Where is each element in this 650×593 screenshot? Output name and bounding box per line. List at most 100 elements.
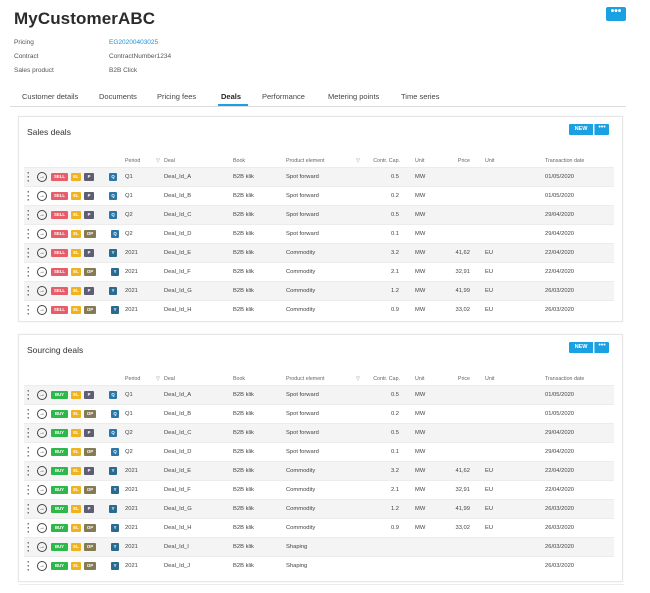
open-deal-icon[interactable]: → <box>37 286 47 296</box>
table-row[interactable]: · · · → SELL EL OP Y 2021 Deal_Id_H B2B klik Commod… <box>24 300 614 319</box>
row-menu-icon[interactable]: · · · <box>27 501 31 518</box>
row-menu-icon[interactable]: · · · <box>27 264 31 281</box>
column-header-transaction-date[interactable]: Transaction date <box>545 376 584 382</box>
sourcing-more-button[interactable]: ••• <box>594 342 609 353</box>
column-header-price[interactable]: Price <box>450 158 470 164</box>
open-deal-icon[interactable]: → <box>37 542 47 552</box>
column-header-transaction-date[interactable]: Transaction date <box>545 158 584 164</box>
profile-badge: OP <box>84 306 96 314</box>
row-menu-icon[interactable]: · · · <box>27 406 31 423</box>
row-menu-icon[interactable]: · · · <box>27 169 31 186</box>
column-header-unit[interactable]: Unit <box>415 158 424 164</box>
table-row[interactable]: · · · → BUY EL OP Q Q2 Deal_Id_D B2B klik Spot forw… <box>24 442 614 461</box>
open-deal-icon[interactable]: → <box>37 447 47 457</box>
open-deal-icon[interactable]: → <box>37 390 47 400</box>
table-row[interactable]: · · · → BUY EL P Y 2021 Deal_Id_E B2B klik Commodit… <box>24 461 614 480</box>
open-deal-icon[interactable]: → <box>37 504 47 514</box>
sourcing-new-button[interactable]: NEW <box>569 342 593 353</box>
row-menu-icon[interactable]: · · · <box>27 558 31 575</box>
row-menu-icon[interactable]: · · · <box>27 302 31 319</box>
deal-filter-icon[interactable]: ▽ <box>156 376 160 382</box>
tab-documents[interactable]: Documents <box>99 92 137 101</box>
column-header-unit2[interactable]: Unit <box>485 376 494 382</box>
table-row[interactable]: · · · → BUY EL OP Y 2021 Deal_Id_F B2B klik Commodi… <box>24 480 614 499</box>
table-row[interactable]: · · · → BUY EL OP Y 2021 Deal_Id_I B2B klik Shaping… <box>24 537 614 556</box>
table-row[interactable]: · · · → BUY EL P Y 2021 Deal_Id_G B2B klik Commodit… <box>24 499 614 518</box>
open-deal-icon[interactable]: → <box>37 305 47 315</box>
column-header-period[interactable]: Period <box>125 376 140 382</box>
table-row[interactable]: · · · → SELL EL OP Q Q2 Deal_Id_D B2B klik Spot for… <box>24 224 614 243</box>
deal-filter-icon[interactable]: ▽ <box>156 158 160 164</box>
cell-unit: MW <box>415 487 426 493</box>
table-row[interactable]: · · · → BUY EL OP Y 2021 Deal_Id_H B2B klik Commodi… <box>24 518 614 537</box>
open-deal-icon[interactable]: → <box>37 248 47 258</box>
column-header-product-element[interactable]: Product element <box>286 376 325 382</box>
row-menu-icon[interactable]: · · · <box>27 245 31 262</box>
open-deal-icon[interactable]: → <box>37 466 47 476</box>
tab-performance[interactable]: Performance <box>262 92 305 101</box>
row-menu-icon[interactable]: · · · <box>27 425 31 442</box>
column-header-period[interactable]: Period <box>125 158 140 164</box>
row-menu-icon[interactable]: · · · <box>27 539 31 556</box>
cap-filter-icon[interactable]: ▽ <box>356 158 360 164</box>
commodity-badge: EL <box>71 467 81 475</box>
table-row[interactable]: · · · → SELL EL P Q Q2 Deal_Id_C B2B klik Spot forw… <box>24 205 614 224</box>
row-menu-icon[interactable]: · · · <box>27 482 31 499</box>
table-row[interactable]: · · · → SELL EL P Y 2021 Deal_Id_G B2B klik Commodi… <box>24 281 614 300</box>
row-menu-icon[interactable]: · · · <box>27 520 31 537</box>
open-deal-icon[interactable]: → <box>37 561 47 571</box>
open-deal-icon[interactable]: → <box>37 428 47 438</box>
cell-book: B2B klik <box>233 250 254 256</box>
table-row[interactable]: · · · → BUY EL P Q Q1 Deal_Id_A B2B klik Spot forwa… <box>24 385 614 404</box>
column-header-contr-cap[interactable]: Contr. Cap. <box>364 376 400 382</box>
open-deal-icon[interactable]: → <box>37 172 47 182</box>
cap-filter-icon[interactable]: ▽ <box>356 376 360 382</box>
cell-period: Q2 <box>125 449 133 455</box>
tab-pricing-fees[interactable]: Pricing fees <box>157 92 196 101</box>
cell-date: 29/04/2020 <box>545 231 575 237</box>
open-deal-icon[interactable]: → <box>37 267 47 277</box>
row-menu-icon[interactable]: · · · <box>27 226 31 243</box>
table-row[interactable]: · · · → BUY EL OP Q Q1 Deal_Id_B B2B klik Spot forw… <box>24 404 614 423</box>
open-deal-icon[interactable]: → <box>37 191 47 201</box>
open-deal-icon[interactable]: → <box>37 485 47 495</box>
pricing-link[interactable]: EG20200403025 <box>109 39 158 46</box>
more-actions-button[interactable]: ••• <box>606 7 626 21</box>
row-menu-icon[interactable]: · · · <box>27 463 31 480</box>
sales-new-button[interactable]: NEW <box>569 124 593 135</box>
column-header-unit[interactable]: Unit <box>415 376 424 382</box>
column-header-unit2[interactable]: Unit <box>485 158 494 164</box>
sales-more-button[interactable]: ••• <box>594 124 609 135</box>
profile-badge: OP <box>84 486 96 494</box>
cell-date: 01/05/2020 <box>545 392 575 398</box>
table-row[interactable]: · · · → BUY EL P Q Q2 Deal_Id_C B2B klik Spot forwa… <box>24 423 614 442</box>
column-header-product-element[interactable]: Product element <box>286 158 325 164</box>
tab-customer-details[interactable]: Customer details <box>22 92 78 101</box>
row-menu-icon[interactable]: · · · <box>27 283 31 300</box>
table-row[interactable]: · · · → SELL EL P Q Q1 Deal_Id_B B2B klik Spot forw… <box>24 186 614 205</box>
row-menu-icon[interactable]: · · · <box>27 444 31 461</box>
tab-metering-points[interactable]: Metering points <box>328 92 379 101</box>
row-menu-icon[interactable]: · · · <box>27 387 31 404</box>
row-menu-icon[interactable]: · · · <box>27 207 31 224</box>
tab-time-series[interactable]: Time series <box>401 92 439 101</box>
tab-deals[interactable]: Deals <box>221 92 241 101</box>
column-header-book[interactable]: Book <box>233 158 245 164</box>
open-deal-icon[interactable]: → <box>37 210 47 220</box>
cell-cap: 3.2 <box>390 468 399 474</box>
column-header-deal[interactable]: Deal <box>164 376 175 382</box>
table-row[interactable]: · · · → SELL EL OP Y 2021 Deal_Id_F B2B klik Commod… <box>24 262 614 281</box>
open-deal-icon[interactable]: → <box>37 409 47 419</box>
column-header-contr-cap[interactable]: Contr. Cap. <box>364 158 400 164</box>
open-deal-icon[interactable]: → <box>37 523 47 533</box>
commodity-badge: EL <box>71 268 81 276</box>
table-row[interactable]: · · · → SELL EL P Q Q1 Deal_Id_A B2B klik Spot forw… <box>24 167 614 186</box>
column-header-price[interactable]: Price <box>450 376 470 382</box>
cell-period: 2021 <box>125 525 138 531</box>
row-menu-icon[interactable]: · · · <box>27 188 31 205</box>
column-header-book[interactable]: Book <box>233 376 245 382</box>
open-deal-icon[interactable]: → <box>37 229 47 239</box>
table-row[interactable]: · · · → SELL EL P Y 2021 Deal_Id_E B2B klik Commodi… <box>24 243 614 262</box>
table-row[interactable]: · · · → BUY EL OP Y 2021 Deal_Id_J B2B klik Shaping… <box>24 556 614 575</box>
column-header-deal[interactable]: Deal <box>164 158 175 164</box>
